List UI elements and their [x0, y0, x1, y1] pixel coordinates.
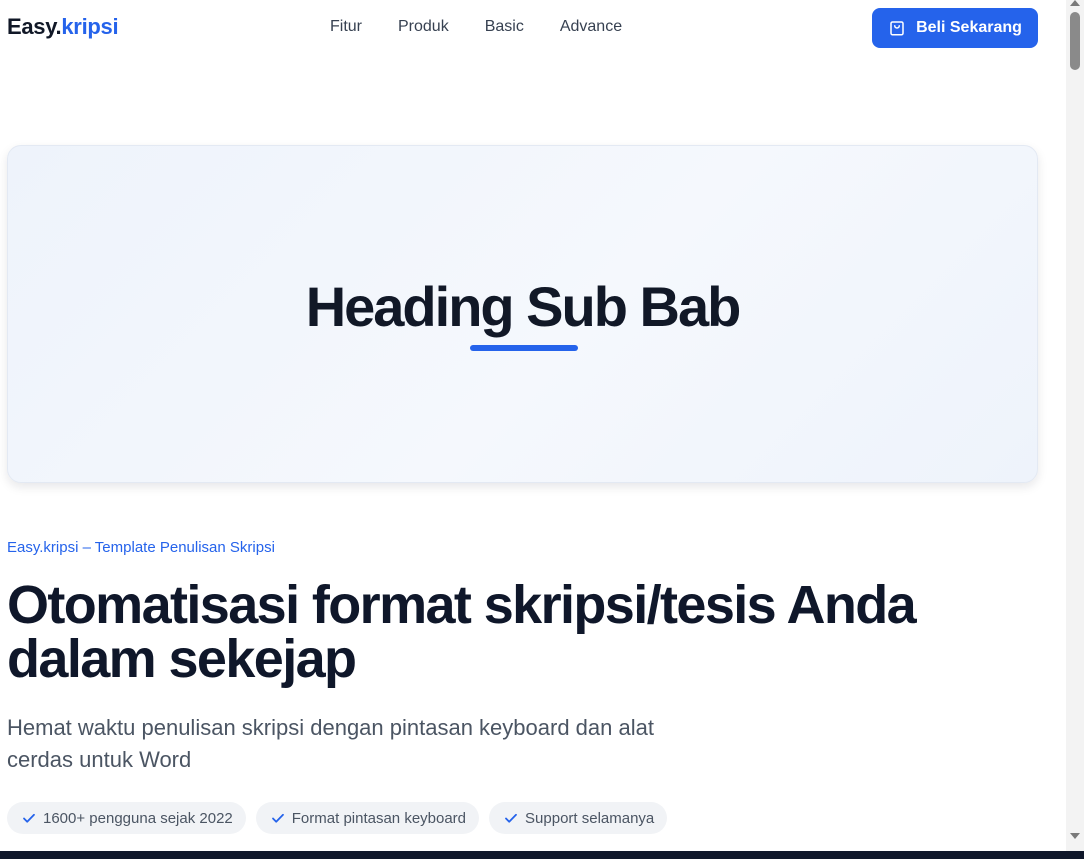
badge-label: 1600+ pengguna sejak 2022 — [43, 809, 233, 827]
buy-now-label: Beli Sekarang — [916, 19, 1022, 36]
bottom-section-edge — [0, 851, 1084, 859]
badge-shortcuts: Format pintasan keyboard — [255, 802, 480, 834]
brand-name-part2: kripsi — [61, 14, 119, 39]
main-nav: Fitur Produk Basic Advance — [330, 18, 622, 36]
hero-card-title: Heading Sub Bab — [305, 275, 742, 338]
headline-line-1: Otomatisasi format skripsi/tesis Anda — [7, 575, 917, 635]
brand-logo[interactable]: Easy.kripsi — [7, 14, 119, 40]
badge-label: Support selamanya — [525, 809, 655, 827]
eyebrow-text: Easy.kripsi – Template Penulisan Skripsi — [7, 539, 275, 556]
check-icon — [505, 813, 517, 823]
page-scrollbar[interactable] — [1066, 0, 1084, 851]
headline-line-2: dalam sekejap — [7, 629, 357, 689]
check-icon — [271, 813, 284, 823]
nav-item-basic[interactable]: Basic — [485, 18, 524, 36]
feature-badges: 1600+ pengguna sejak 2022 Format pintasa… — [7, 802, 668, 834]
subtitle-line-2: cerdas untuk Word — [7, 747, 192, 772]
hero-card: Heading Sub Bab — [7, 145, 1038, 483]
scrollbar-thumb[interactable] — [1070, 12, 1080, 70]
subtitle-line-1: Hemat waktu penulisan skripsi dengan pin… — [7, 715, 654, 740]
page-headline: Otomatisasi format skripsi/tesis Anda da… — [7, 578, 1007, 686]
badge-label: Format pintasan keyboard — [291, 809, 467, 827]
brand-name-part1: Easy. — [7, 14, 62, 39]
nav-item-fitur[interactable]: Fitur — [330, 18, 362, 36]
badge-users: 1600+ pengguna sejak 2022 — [7, 802, 246, 834]
page-subtitle: Hemat waktu penulisan skripsi dengan pin… — [7, 712, 747, 776]
buy-now-button[interactable]: Beli Sekarang — [872, 8, 1038, 48]
badge-support: Support selamanya — [489, 802, 668, 834]
scroll-up-arrow-icon[interactable] — [1070, 0, 1080, 6]
shopping-bag-icon — [890, 21, 904, 36]
title-underline — [470, 345, 578, 351]
nav-item-produk[interactable]: Produk — [398, 18, 449, 36]
site-header: Easy.kripsi Fitur Produk Basic Advance B… — [0, 0, 1066, 56]
nav-item-advance[interactable]: Advance — [560, 18, 622, 36]
check-icon — [23, 813, 35, 823]
scroll-down-arrow-icon[interactable] — [1070, 833, 1080, 839]
